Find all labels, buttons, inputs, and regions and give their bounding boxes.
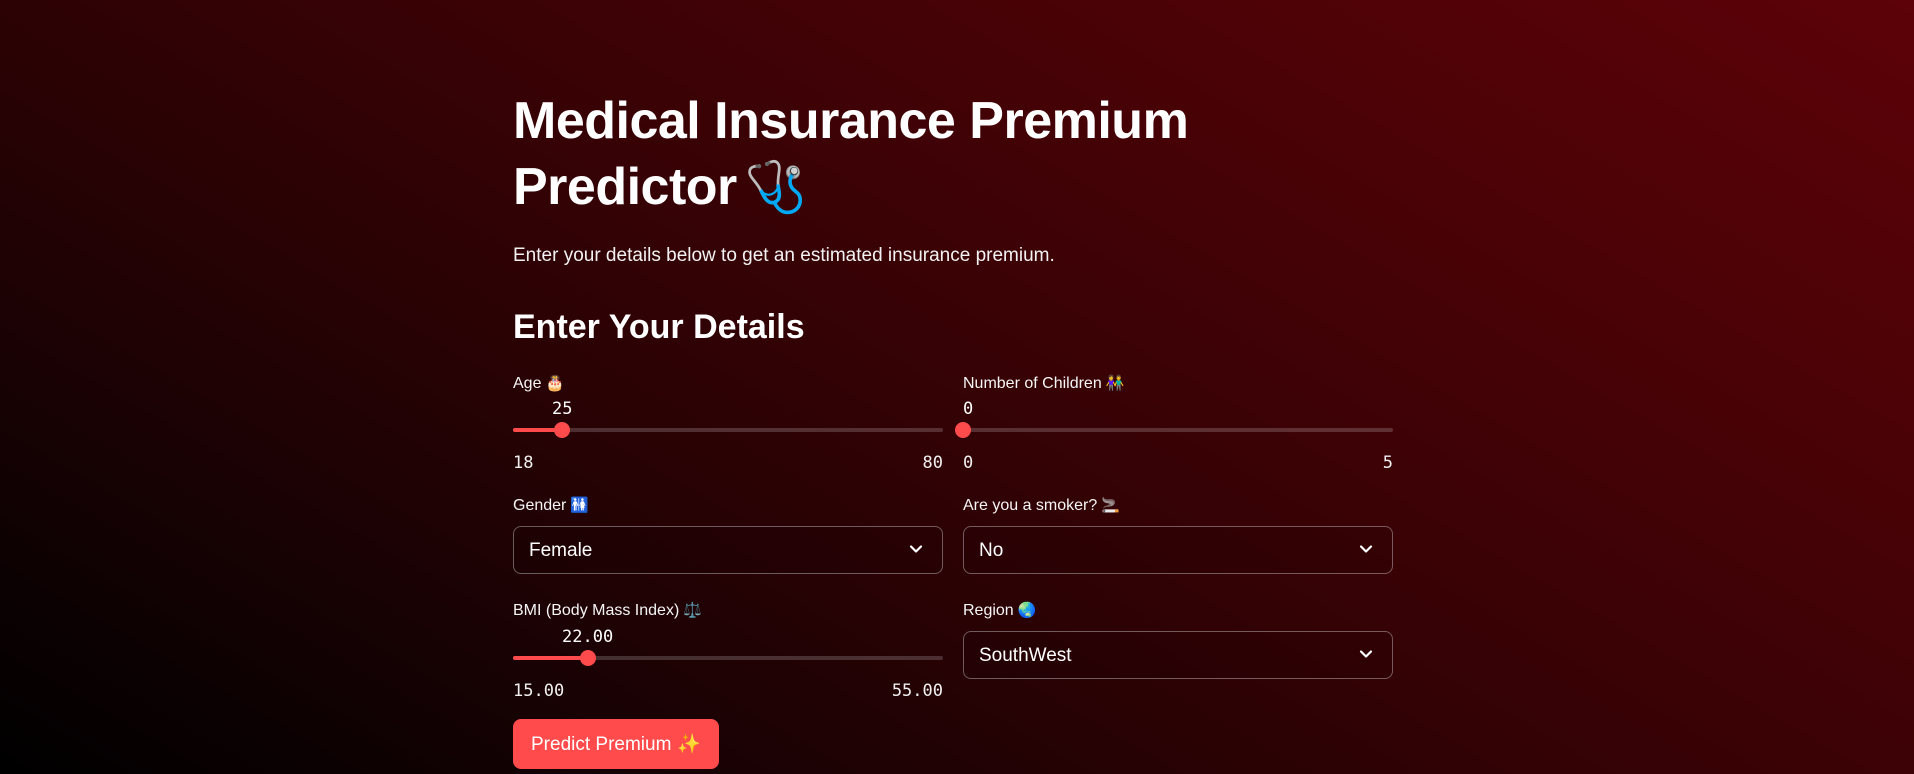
chevron-down-icon	[909, 545, 923, 553]
page-title-text: Medical Insurance Premium Predictor	[513, 92, 1189, 216]
page-title: Medical Insurance Premium Predictor 🩺	[513, 88, 1273, 220]
bmi-slider-min: 15.00	[513, 681, 565, 701]
children-label-text: Number of Children	[963, 375, 1102, 392]
page-subtitle: Enter your details below to get an estim…	[513, 245, 1055, 266]
age-slider-min: 18	[513, 453, 534, 473]
region-select[interactable]: SouthWest	[963, 631, 1393, 679]
smoker-label-text: Are you a smoker?	[963, 497, 1098, 514]
gender-label-text: Gender	[513, 497, 567, 514]
age-slider-track[interactable]	[513, 428, 943, 432]
scales-icon: ⚖️	[683, 601, 702, 619]
cake-icon: 🎂	[545, 374, 565, 392]
bmi-slider-thumb[interactable]	[580, 650, 596, 666]
bmi-slider-fill	[513, 656, 588, 660]
smoker-select[interactable]: No	[963, 526, 1393, 574]
children-slider-min: 0	[963, 453, 974, 473]
bmi-slider-value: 22.00	[562, 627, 614, 647]
age-slider-thumb[interactable]	[554, 422, 570, 438]
predict-premium-button-label: Predict Premium	[531, 734, 672, 755]
children-slider-value: 0	[963, 399, 974, 419]
age-label-text: Age	[513, 375, 542, 392]
globe-icon: 🌏	[1017, 601, 1037, 619]
age-slider-value: 25	[552, 399, 573, 419]
people-icon: 👫	[1105, 374, 1125, 392]
bmi-slider[interactable]: 22.00 15.00 55.00	[513, 626, 943, 702]
bmi-slider-max: 55.00	[891, 681, 943, 701]
bmi-label: BMI (Body Mass Index) ⚖️	[513, 599, 702, 622]
chevron-down-icon	[1359, 545, 1373, 553]
stethoscope-icon: 🩺	[744, 158, 807, 216]
gender-select[interactable]: Female	[513, 526, 943, 574]
restroom-icon: 🚻	[570, 496, 590, 514]
children-label: Number of Children 👫	[963, 372, 1124, 395]
cigarette-icon: 🚬	[1101, 496, 1120, 514]
predict-premium-button[interactable]: Predict Premium ✨	[513, 719, 720, 769]
children-slider-track[interactable]	[963, 428, 1393, 432]
gender-select-value: Female	[529, 540, 593, 561]
gender-label: Gender 🚻	[513, 494, 589, 517]
section-title: Enter Your Details	[513, 308, 805, 346]
region-label-text: Region	[963, 602, 1014, 619]
children-slider-max: 5	[1382, 453, 1393, 473]
region-label: Region 🌏	[963, 599, 1036, 622]
children-slider-thumb[interactable]	[955, 422, 971, 438]
age-slider[interactable]: 25 18 80	[513, 398, 943, 474]
smoker-label: Are you a smoker? 🚬	[963, 494, 1120, 517]
children-slider[interactable]: 0 0 5	[955, 398, 1393, 474]
chevron-down-icon	[1359, 650, 1373, 658]
age-slider-max: 80	[922, 453, 943, 473]
smoker-select-value: No	[979, 540, 1004, 561]
sparkles-icon: ✨	[677, 733, 702, 755]
age-label: Age 🎂	[513, 372, 564, 395]
region-select-value: SouthWest	[979, 645, 1072, 666]
bmi-label-text: BMI (Body Mass Index)	[513, 602, 680, 619]
